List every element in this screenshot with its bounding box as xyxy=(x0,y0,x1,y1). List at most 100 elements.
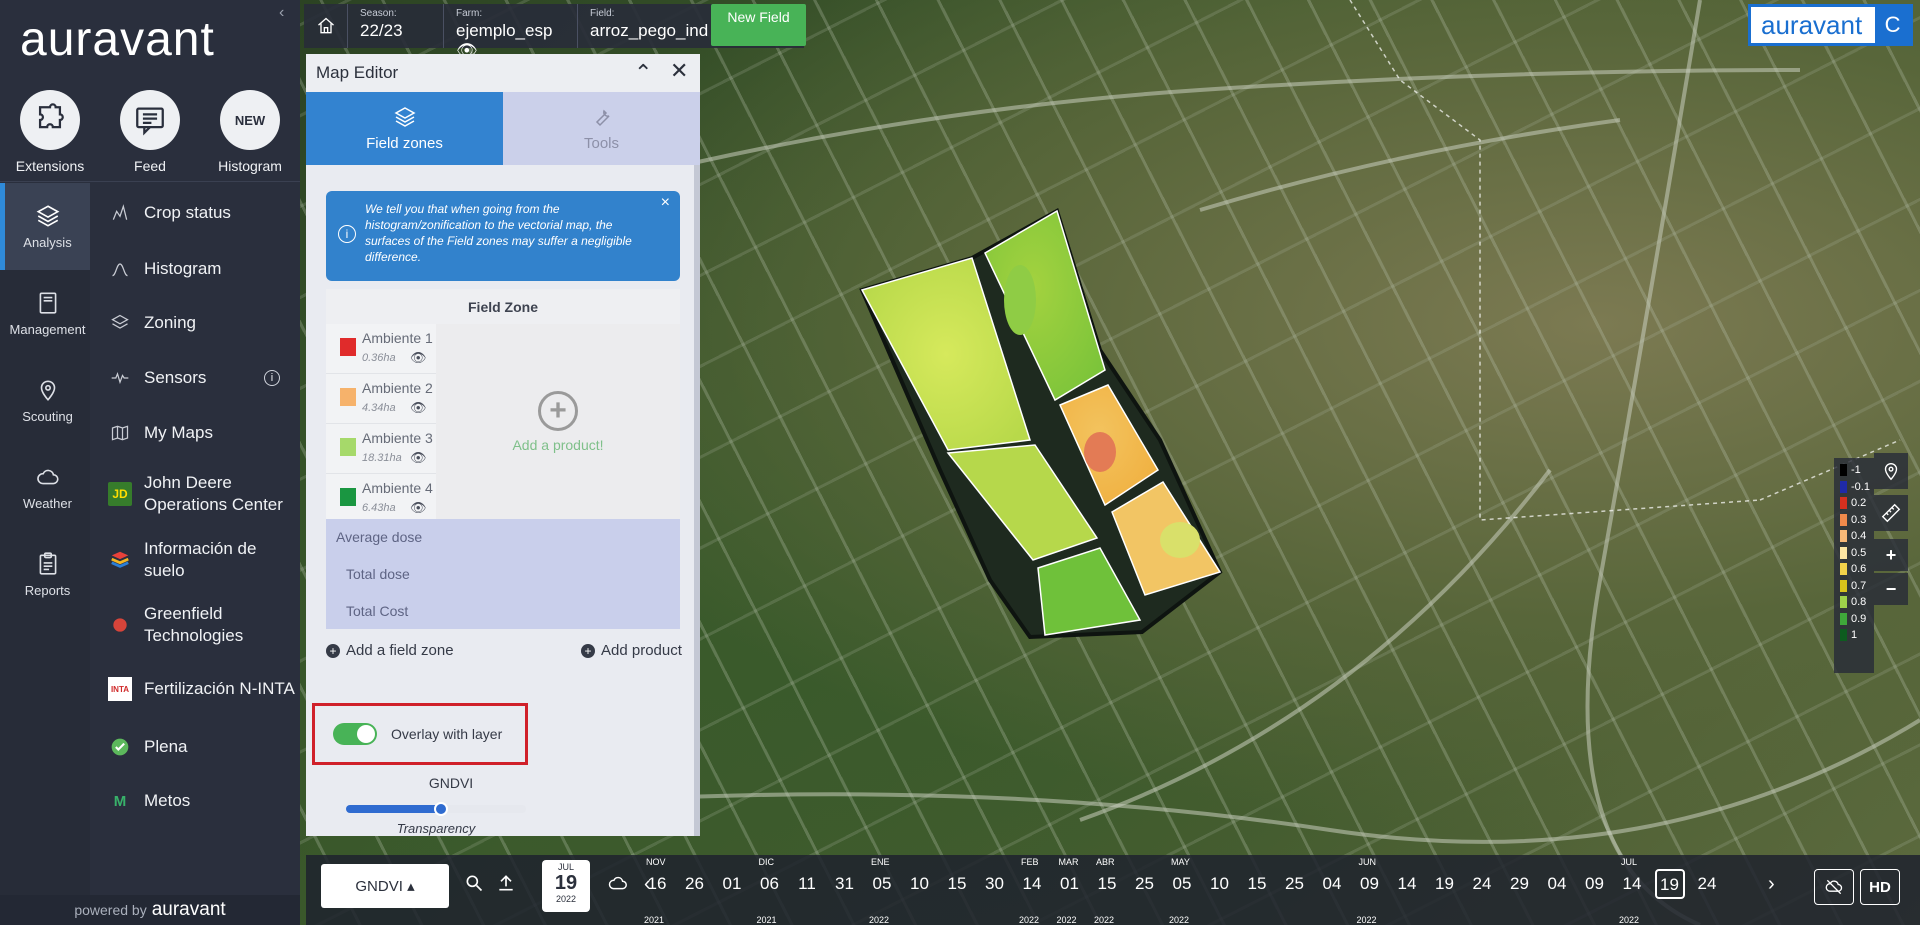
cloud-off-button[interactable] xyxy=(1814,869,1854,905)
timeline-day[interactable]: 24 xyxy=(1692,874,1722,894)
timeline-day[interactable]: 16 xyxy=(642,874,672,894)
crop-status-icon xyxy=(108,201,132,225)
nav-item-reports[interactable]: Reports xyxy=(0,531,90,618)
timeline-day[interactable]: 24 xyxy=(1467,874,1497,894)
timeline-day[interactable]: 25 xyxy=(1130,874,1160,894)
menu-item-metos[interactable]: M Metos xyxy=(90,773,300,829)
nav-item-weather[interactable]: Weather xyxy=(0,444,90,531)
eye-icon[interactable]: 👁 xyxy=(410,450,427,466)
timeline-month: JUL xyxy=(1621,857,1638,867)
nav-item-analysis[interactable]: Analysis xyxy=(0,183,90,270)
eye-icon[interactable]: 👁 xyxy=(410,350,427,366)
home-button[interactable] xyxy=(304,4,348,48)
hd-button[interactable]: HD xyxy=(1860,869,1900,905)
timeline-day[interactable]: 04 xyxy=(1542,874,1572,894)
menu-item-crop-status[interactable]: Crop status xyxy=(90,183,300,243)
eye-icon[interactable]: 👁 xyxy=(410,400,427,416)
menu-item-inta[interactable]: INTA Fertilización N-INTA xyxy=(90,657,300,721)
timeline-day[interactable]: 19 xyxy=(1654,869,1685,899)
legend-row: 0.6 xyxy=(1840,561,1874,578)
upload-icon[interactable] xyxy=(496,873,516,899)
panel-scrollbar[interactable] xyxy=(694,165,700,836)
search-icon[interactable] xyxy=(464,873,484,899)
date-month: JUL xyxy=(557,862,574,872)
timeline-next-icon[interactable]: › xyxy=(1768,873,1775,896)
timeline-day[interactable]: 26 xyxy=(680,874,710,894)
timeline-day[interactable]: 14 xyxy=(1617,874,1647,894)
zone-row[interactable]: Ambiente 2 4.34ha 👁 xyxy=(326,374,436,424)
close-icon[interactable]: ✕ xyxy=(670,58,688,84)
timeline-day[interactable]: 06 xyxy=(755,874,785,894)
menu-item-plena[interactable]: Plena xyxy=(90,721,300,773)
menu-item-greenfield[interactable]: Greenfield Technologies xyxy=(90,593,300,657)
timeline-day[interactable]: 15 xyxy=(942,874,972,894)
field-selector[interactable]: Field: arroz_pego_ind xyxy=(578,4,708,48)
timeline-day[interactable]: 30 xyxy=(980,874,1010,894)
timeline-day[interactable]: 14 xyxy=(1392,874,1422,894)
add-field-zone-button[interactable]: + Add a field zone xyxy=(326,642,454,659)
legend-swatch xyxy=(1840,579,1847,592)
timeline-day[interactable]: 29 xyxy=(1505,874,1535,894)
nav-item-management[interactable]: Management xyxy=(0,270,90,357)
transparency-slider[interactable] xyxy=(346,802,526,816)
slider-thumb[interactable] xyxy=(434,802,448,816)
close-notice-icon[interactable]: × xyxy=(661,195,670,211)
legend-row: 0.3 xyxy=(1840,512,1874,529)
nav-item-scouting[interactable]: Scouting xyxy=(0,357,90,444)
timeline-day[interactable]: 25 xyxy=(1280,874,1310,894)
zone-name: Ambiente 3 xyxy=(362,430,433,446)
collapse-sidebar-button[interactable]: ‹ xyxy=(279,4,284,22)
timeline-day[interactable]: 14 xyxy=(1017,874,1047,894)
tab-field-zones[interactable]: Field zones xyxy=(306,92,503,165)
overlay-toggle-row[interactable]: Overlay with layer xyxy=(312,703,528,765)
zone-row[interactable]: Ambiente 4 6.43ha 👁 xyxy=(326,474,436,524)
timeline-day[interactable]: 10 xyxy=(1205,874,1235,894)
zone-row[interactable]: Ambiente 3 18.31ha 👁 xyxy=(326,424,436,474)
sensors-icon xyxy=(108,366,132,390)
timeline-day[interactable]: 05 xyxy=(867,874,897,894)
info-notice: i We tell you that when going from the h… xyxy=(326,191,680,281)
timeline-day[interactable]: 09 xyxy=(1355,874,1385,894)
tab-tools[interactable]: Tools xyxy=(503,92,700,165)
zone-row[interactable]: Ambiente 1 0.36ha 👁 xyxy=(326,324,436,374)
menu-item-john-deere[interactable]: JD John Deere Operations Center xyxy=(90,461,300,527)
timeline-day[interactable]: 31 xyxy=(830,874,860,894)
zoom-in-button[interactable]: + xyxy=(1874,539,1908,571)
account-button[interactable]: C xyxy=(1875,7,1910,43)
timeline-day[interactable]: 04 xyxy=(1317,874,1347,894)
timeline-day[interactable]: 01 xyxy=(1055,874,1085,894)
menu-item-histogram[interactable]: Histogram xyxy=(90,243,300,295)
menu-item-my-maps[interactable]: My Maps xyxy=(90,405,300,461)
menu-item-sensors[interactable]: Sensors i xyxy=(90,351,300,405)
add-product-button[interactable]: + Add product xyxy=(581,642,682,659)
quick-item-histogram[interactable]: NEW Histogram xyxy=(200,78,300,181)
analysis-menu: Crop status Histogram Zoning Sensors i M… xyxy=(90,183,300,895)
timeline-day[interactable]: 01 xyxy=(717,874,747,894)
info-icon[interactable]: i xyxy=(264,370,280,386)
timeline-day[interactable]: 11 xyxy=(792,874,822,894)
measure-button[interactable] xyxy=(1874,495,1908,531)
quick-item-feed[interactable]: Feed xyxy=(100,78,200,181)
timeline-day[interactable]: 05 xyxy=(1167,874,1197,894)
tab-label: Field zones xyxy=(366,135,443,152)
timeline-day[interactable]: 19 xyxy=(1430,874,1460,894)
menu-item-zoning[interactable]: Zoning xyxy=(90,295,300,351)
season-selector[interactable]: Season: 22/23 xyxy=(348,4,444,48)
timeline-day[interactable]: 09 xyxy=(1580,874,1610,894)
location-pin-button[interactable] xyxy=(1874,453,1908,489)
menu-item-soil-info[interactable]: Información de suelo xyxy=(90,527,300,593)
collapse-panel-icon[interactable]: ⌃ xyxy=(634,60,652,86)
timeline-day[interactable]: 10 xyxy=(905,874,935,894)
eye-icon[interactable]: 👁 xyxy=(410,500,427,516)
zoom-out-button[interactable]: − xyxy=(1874,573,1908,605)
overlay-toggle[interactable] xyxy=(333,723,377,745)
layer-select[interactable]: GNDVI ▴ xyxy=(321,864,449,908)
selected-date[interactable]: JUL 19 2022 xyxy=(542,860,590,912)
timeline-day[interactable]: 15 xyxy=(1092,874,1122,894)
cloud-filter-icon[interactable] xyxy=(606,873,630,901)
quick-item-extensions[interactable]: Extensions xyxy=(0,78,100,181)
add-product-area[interactable]: + Add a product! xyxy=(436,324,680,519)
timeline-day[interactable]: 15 xyxy=(1242,874,1272,894)
new-field-button[interactable]: New Field xyxy=(711,4,806,46)
farm-selector[interactable]: Farm: ejemplo_esp 👁 xyxy=(444,4,578,60)
